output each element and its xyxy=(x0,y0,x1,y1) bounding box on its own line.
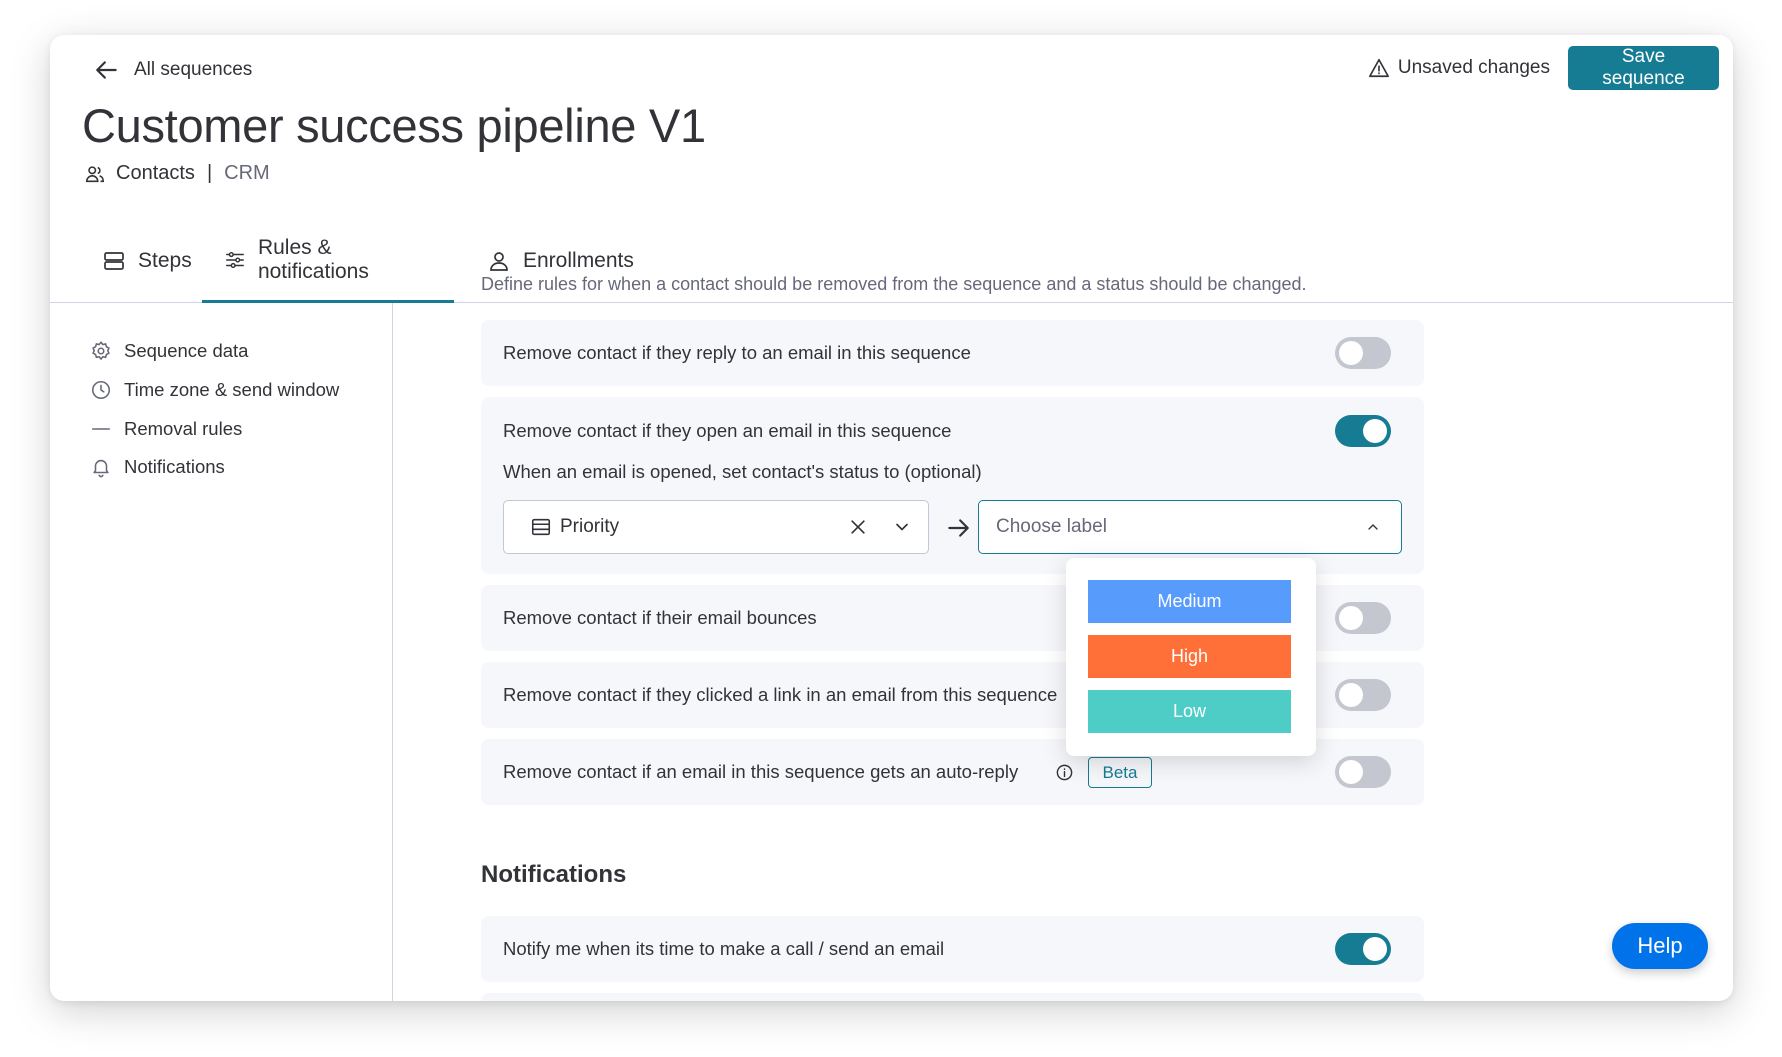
contacts-icon xyxy=(85,165,105,182)
unsaved-label: Unsaved changes xyxy=(1397,57,1550,78)
rule-card: Remove contact if they reply to an email… xyxy=(481,320,1424,386)
label-option-high[interactable]: High xyxy=(1088,635,1291,678)
sidebar-nav: Sequence data Time zone & send window Re… xyxy=(50,303,393,1001)
dash-icon xyxy=(91,428,111,430)
clear-icon[interactable] xyxy=(848,517,868,537)
column-select[interactable]: Priority xyxy=(503,500,929,554)
tab-steps[interactable]: Steps xyxy=(80,219,214,302)
gear-icon xyxy=(92,341,110,361)
removal-rules-description: Define rules for when a contact should b… xyxy=(481,274,1307,294)
label-dropdown-menu: Medium High Low xyxy=(1066,558,1316,756)
warning-icon xyxy=(1368,58,1389,78)
page-title: Customer success pipeline V1 xyxy=(82,99,706,152)
header-actions: Unsaved changes Save sequence xyxy=(1368,46,1719,90)
beta-badge: Beta xyxy=(1088,757,1152,788)
sidebar-item-time-zone[interactable]: Time zone & send window xyxy=(90,379,339,401)
workspace-link[interactable]: CRM xyxy=(224,162,270,185)
sidebar-item-notifications[interactable]: Notifications xyxy=(90,456,225,478)
back-to-sequences-link[interactable]: All sequences xyxy=(94,57,252,83)
column-select-value: Priority xyxy=(560,516,620,537)
label-select-placeholder: Choose label xyxy=(996,516,1107,537)
breadcrumb: Contacts | CRM xyxy=(84,162,270,185)
rule-label: Remove contact if they reply to an email… xyxy=(503,342,971,363)
back-label: All sequences xyxy=(134,59,253,80)
tab-label: Steps xyxy=(138,248,192,272)
unsaved-indicator: Unsaved changes xyxy=(1368,57,1550,79)
notification-label: Notify me when its time to make a call /… xyxy=(503,938,945,959)
notifications-heading: Notifications xyxy=(481,861,627,888)
label-option-low[interactable]: Low xyxy=(1088,690,1291,733)
sidebar-item-sequence-data[interactable]: Sequence data xyxy=(90,340,248,362)
rule-toggle[interactable] xyxy=(1335,756,1391,788)
chevron-down-icon[interactable] xyxy=(892,517,912,537)
arrow-right-icon xyxy=(948,519,969,537)
sidebar-item-label: Removal rules xyxy=(124,418,243,439)
table-icon xyxy=(531,518,551,536)
chevron-up-icon[interactable] xyxy=(1365,519,1381,535)
bell-icon xyxy=(93,459,109,478)
rule-toggle[interactable] xyxy=(1335,337,1391,369)
rule-label: Remove contact if their email bounces xyxy=(503,607,817,628)
app-window: All sequences Unsaved changes Save seque… xyxy=(50,35,1733,1001)
sidebar-item-label: Notifications xyxy=(124,456,225,477)
tab-rules-notifications[interactable]: Rules & notifications xyxy=(202,219,454,303)
rule-label: Remove contact if an email in this seque… xyxy=(503,761,1019,782)
clock-icon xyxy=(91,380,111,400)
info-icon[interactable] xyxy=(1055,763,1074,782)
label-select[interactable]: Choose label xyxy=(978,500,1402,554)
sliders-icon xyxy=(226,251,244,268)
rule-toggle[interactable] xyxy=(1335,679,1391,711)
label-option-medium[interactable]: Medium xyxy=(1088,580,1291,623)
rule-toggle[interactable] xyxy=(1335,602,1391,634)
steps-icon xyxy=(104,251,124,270)
rule-card-expanded: Remove contact if they open an email in … xyxy=(481,397,1424,574)
notification-card: Notify me when its time to make a call /… xyxy=(481,916,1424,982)
person-icon xyxy=(490,251,508,271)
sidebar-item-label: Time zone & send window xyxy=(124,379,340,400)
notification-card-partial xyxy=(481,993,1424,1001)
rule-label: Remove contact if they clicked a link in… xyxy=(503,684,1058,705)
rule-label: Remove contact if they open an email in … xyxy=(503,420,952,441)
sidebar-item-label: Sequence data xyxy=(124,340,249,361)
tab-label: Enrollments xyxy=(523,248,634,272)
tab-label: Rules & notifications xyxy=(257,235,369,283)
save-sequence-button[interactable]: Save sequence xyxy=(1568,46,1719,90)
board-link[interactable]: Contacts xyxy=(116,162,195,185)
breadcrumb-separator: | xyxy=(206,162,213,184)
arrow-left-icon xyxy=(96,61,117,79)
notification-toggle[interactable] xyxy=(1335,933,1391,965)
status-prompt: When an email is opened, set contact's s… xyxy=(503,461,982,482)
help-button[interactable]: Help xyxy=(1612,923,1708,969)
rule-toggle[interactable] xyxy=(1335,415,1391,447)
sidebar-item-removal-rules[interactable]: Removal rules xyxy=(90,418,242,440)
